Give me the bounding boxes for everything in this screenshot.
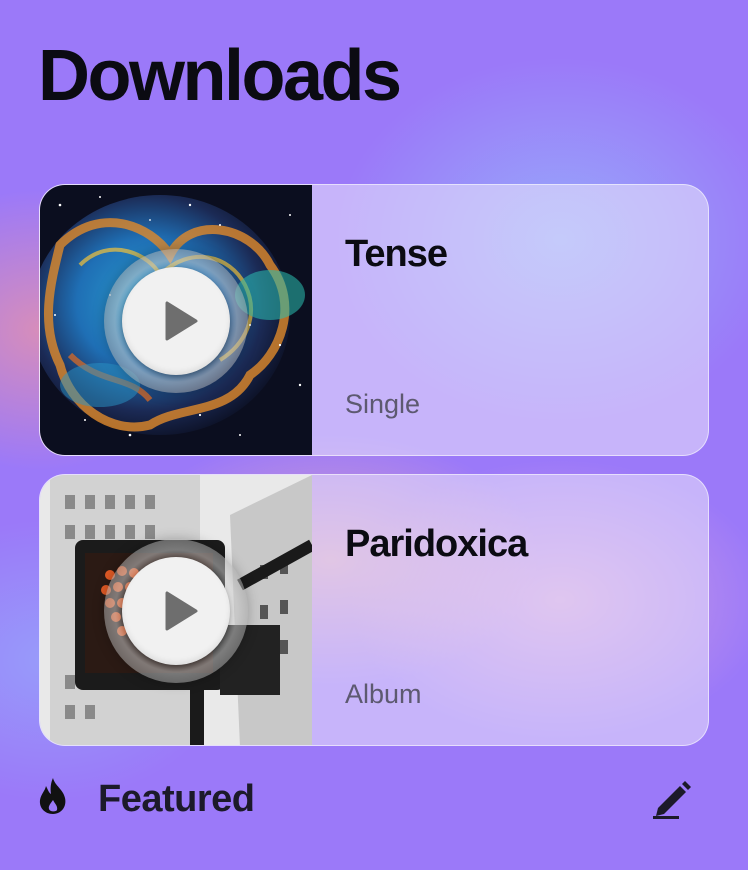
edit-icon[interactable] <box>650 778 694 820</box>
album-title: Paridoxica <box>345 523 528 565</box>
nebula-cover-image <box>40 185 312 455</box>
download-card-tense[interactable]: Tense Single <box>39 184 709 456</box>
play-button-ring <box>104 249 248 393</box>
play-icon <box>165 301 198 341</box>
play-button[interactable] <box>122 267 230 375</box>
track-title: Tense <box>345 233 448 275</box>
release-type: Single <box>345 389 421 419</box>
page-title: Downloads <box>38 36 402 116</box>
play-icon <box>165 591 198 631</box>
play-button-ring <box>104 539 248 683</box>
release-type: Album <box>345 679 422 709</box>
featured-label: Featured <box>98 778 255 820</box>
download-card-paridoxica[interactable]: Paridoxica Album <box>39 474 709 746</box>
crosswalk-signal-cover-image <box>40 475 312 745</box>
play-button[interactable] <box>122 557 230 665</box>
fire-icon <box>39 778 66 814</box>
